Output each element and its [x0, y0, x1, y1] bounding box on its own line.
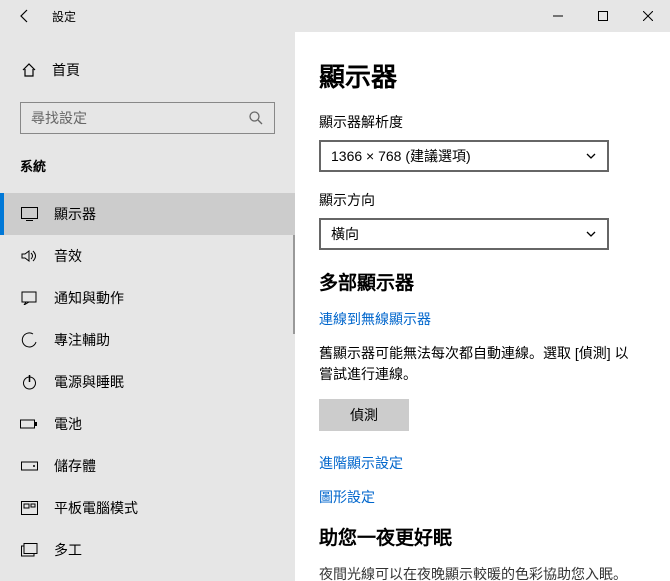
chevron-down-icon	[585, 150, 597, 162]
search-icon	[248, 110, 264, 126]
category-header: 系統	[0, 156, 295, 175]
multi-display-heading: 多部顯示器	[319, 268, 640, 295]
night-light-description: 夜間光線可以在夜晚顯示較暖的色彩協助您入眠。選	[319, 564, 640, 581]
minimize-button[interactable]	[535, 0, 580, 32]
content-pane: 顯示器 顯示器解析度 1366 × 768 (建議選項) 顯示方向 橫向 多部顯…	[295, 32, 670, 581]
sidebar-item-label: 平板電腦模式	[54, 498, 138, 518]
sidebar-item-label: 專注輔助	[54, 330, 110, 350]
storage-icon	[20, 460, 38, 472]
sidebar-item-label: 通知與動作	[54, 288, 124, 308]
battery-icon	[20, 418, 38, 430]
home-link[interactable]: 首頁	[0, 52, 295, 88]
multitask-icon	[20, 543, 38, 557]
maximize-icon	[598, 11, 608, 21]
wireless-display-link[interactable]: 連線到無線顯示器	[319, 309, 640, 329]
search-input-container[interactable]	[20, 102, 275, 134]
sidebar-item-label: 多工	[54, 540, 82, 560]
sidebar-item-label: 音效	[54, 246, 82, 266]
sidebar-item-label: 儲存體	[54, 456, 96, 476]
sidebar-item-power[interactable]: 電源與睡眠	[0, 361, 295, 403]
back-button[interactable]	[10, 1, 40, 31]
sidebar-item-focus[interactable]: 專注輔助	[0, 319, 295, 361]
sidebar-item-sound[interactable]: 音效	[0, 235, 295, 277]
resolution-dropdown[interactable]: 1366 × 768 (建議選項)	[319, 140, 609, 172]
power-icon	[20, 374, 38, 391]
chevron-down-icon	[585, 228, 597, 240]
display-icon	[20, 207, 38, 221]
sidebar-item-storage[interactable]: 儲存體	[0, 445, 295, 487]
titlebar: 設定	[0, 0, 670, 32]
sound-icon	[20, 249, 38, 263]
close-icon	[643, 11, 653, 21]
sidebar-item-label: 電源與睡眠	[54, 372, 124, 392]
maximize-button[interactable]	[580, 0, 625, 32]
orientation-value: 橫向	[331, 224, 585, 244]
advanced-display-link[interactable]: 進階顯示設定	[319, 453, 640, 473]
search-input[interactable]	[31, 110, 248, 126]
tablet-icon	[20, 501, 38, 515]
close-button[interactable]	[625, 0, 670, 32]
graphics-settings-link[interactable]: 圖形設定	[319, 487, 640, 507]
sidebar-item-display[interactable]: 顯示器	[0, 193, 295, 235]
sidebar-item-label: 電池	[54, 414, 82, 434]
sidebar-item-tablet[interactable]: 平板電腦模式	[0, 487, 295, 529]
arrow-left-icon	[17, 8, 33, 24]
sidebar-item-notifications[interactable]: 通知與動作	[0, 277, 295, 319]
orientation-dropdown[interactable]: 橫向	[319, 218, 609, 250]
sidebar-item-battery[interactable]: 電池	[0, 403, 295, 445]
detect-button[interactable]: 偵測	[319, 399, 409, 431]
focus-icon	[20, 332, 38, 349]
notifications-icon	[20, 291, 38, 305]
window-title: 設定	[52, 8, 76, 25]
sidebar-item-label: 顯示器	[54, 204, 96, 224]
home-icon	[20, 62, 38, 78]
resolution-value: 1366 × 768 (建議選項)	[331, 146, 585, 166]
home-label: 首頁	[52, 60, 80, 80]
sidebar: 首頁 系統 顯示器 音效 通知與動作	[0, 32, 295, 581]
minimize-icon	[553, 11, 563, 21]
resolution-label: 顯示器解析度	[319, 112, 640, 132]
sidebar-item-multitask[interactable]: 多工	[0, 529, 295, 571]
orientation-label: 顯示方向	[319, 190, 640, 210]
detect-description: 舊顯示器可能無法每次都自動連線。選取 [偵測] 以嘗試進行連線。	[319, 343, 640, 385]
night-light-heading: 助您一夜更好眠	[319, 523, 640, 550]
page-title: 顯示器	[319, 57, 640, 94]
